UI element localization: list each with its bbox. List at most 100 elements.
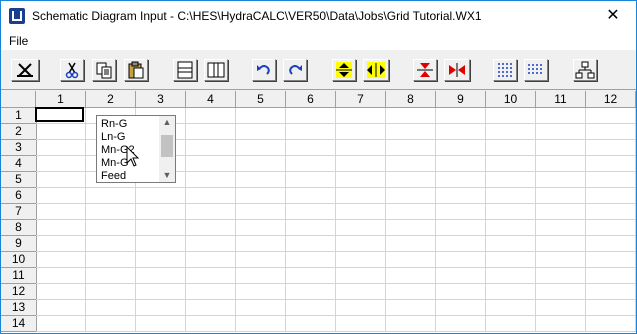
grid-cell[interactable] bbox=[336, 236, 386, 252]
grid-cell[interactable] bbox=[336, 300, 386, 316]
grid-cell[interactable] bbox=[336, 252, 386, 268]
grid-cell[interactable] bbox=[186, 220, 236, 236]
grid-cell[interactable] bbox=[586, 188, 636, 204]
row-header[interactable]: 5 bbox=[1, 172, 37, 188]
grid-cell[interactable] bbox=[586, 220, 636, 236]
grid-cell[interactable] bbox=[236, 236, 286, 252]
grid-cell[interactable] bbox=[486, 284, 536, 300]
split-horizontal-button[interactable] bbox=[173, 59, 197, 81]
grid-cell[interactable] bbox=[436, 300, 486, 316]
column-header[interactable]: 6 bbox=[286, 91, 336, 108]
column-header[interactable]: 7 bbox=[336, 91, 386, 108]
row-header[interactable]: 10 bbox=[1, 252, 37, 268]
grid-cell[interactable] bbox=[186, 316, 236, 332]
column-header[interactable]: 2 bbox=[86, 91, 136, 108]
grid-cell[interactable] bbox=[336, 284, 386, 300]
grid-cell[interactable] bbox=[286, 204, 336, 220]
grid-cell[interactable] bbox=[36, 300, 86, 316]
expand-horizontal-button[interactable] bbox=[363, 59, 389, 81]
grid-cell[interactable] bbox=[436, 156, 486, 172]
row-header[interactable]: 6 bbox=[1, 188, 37, 204]
grid-cell[interactable] bbox=[36, 236, 86, 252]
grid-cell[interactable] bbox=[86, 284, 136, 300]
row-header[interactable]: 3 bbox=[1, 140, 37, 156]
grid-cell[interactable] bbox=[186, 124, 236, 140]
grid-cell[interactable] bbox=[236, 252, 286, 268]
grid-cell[interactable] bbox=[236, 220, 286, 236]
grid-cell[interactable] bbox=[386, 268, 436, 284]
grid-cell[interactable] bbox=[186, 188, 236, 204]
grid-cell[interactable] bbox=[336, 316, 386, 332]
grid-cell[interactable] bbox=[436, 252, 486, 268]
grid-cell[interactable] bbox=[136, 252, 186, 268]
grid-cell[interactable] bbox=[536, 172, 586, 188]
grid-cell[interactable] bbox=[236, 124, 286, 140]
grid-cell[interactable] bbox=[86, 300, 136, 316]
collapse-vertical-button[interactable] bbox=[413, 59, 437, 81]
grid-cell[interactable] bbox=[186, 204, 236, 220]
grid-cell[interactable] bbox=[586, 236, 636, 252]
grid-cell[interactable] bbox=[486, 236, 536, 252]
grid-cell[interactable] bbox=[36, 188, 86, 204]
grid-cell[interactable] bbox=[286, 300, 336, 316]
menu-file[interactable]: File bbox=[9, 34, 28, 48]
grid-cell[interactable] bbox=[536, 156, 586, 172]
grid-cell[interactable] bbox=[486, 108, 536, 124]
grid-cell[interactable] bbox=[86, 204, 136, 220]
column-header[interactable]: 5 bbox=[236, 91, 286, 108]
grid-cell[interactable] bbox=[536, 220, 586, 236]
grid-cell[interactable] bbox=[586, 140, 636, 156]
grid-cell[interactable] bbox=[136, 268, 186, 284]
grid-cell[interactable] bbox=[136, 220, 186, 236]
grid-cell[interactable] bbox=[436, 236, 486, 252]
column-header[interactable]: 3 bbox=[136, 91, 186, 108]
grid-cell[interactable] bbox=[36, 156, 86, 172]
grid-cell[interactable] bbox=[186, 236, 236, 252]
grid-cell[interactable] bbox=[286, 284, 336, 300]
grid-cell[interactable] bbox=[486, 188, 536, 204]
grid-cell[interactable] bbox=[286, 316, 336, 332]
grid-cell[interactable] bbox=[536, 188, 586, 204]
grid-cell[interactable] bbox=[236, 300, 286, 316]
grid-cell[interactable] bbox=[36, 140, 86, 156]
grid-cell[interactable] bbox=[586, 300, 636, 316]
grid-cell[interactable] bbox=[186, 284, 236, 300]
grid-cell[interactable] bbox=[486, 252, 536, 268]
grid-cell[interactable] bbox=[586, 204, 636, 220]
grid-cell[interactable] bbox=[486, 268, 536, 284]
active-cell[interactable] bbox=[35, 107, 84, 122]
grid-cell[interactable] bbox=[186, 172, 236, 188]
grid-cell[interactable] bbox=[86, 236, 136, 252]
row-header[interactable]: 4 bbox=[1, 156, 37, 172]
grid-cell[interactable] bbox=[36, 172, 86, 188]
grid-cell[interactable] bbox=[86, 268, 136, 284]
grid-cell[interactable] bbox=[236, 172, 286, 188]
grid-cell[interactable] bbox=[36, 316, 86, 332]
grid-cell[interactable] bbox=[36, 124, 86, 140]
grid-cell[interactable] bbox=[386, 140, 436, 156]
grid-cell[interactable] bbox=[486, 300, 536, 316]
grid-cell[interactable] bbox=[236, 204, 286, 220]
grid-cell[interactable] bbox=[286, 188, 336, 204]
column-header[interactable]: 8 bbox=[386, 91, 436, 108]
grid-cell[interactable] bbox=[236, 140, 286, 156]
grid-cell[interactable] bbox=[586, 172, 636, 188]
grid-cell[interactable] bbox=[236, 316, 286, 332]
column-header[interactable]: 9 bbox=[436, 91, 486, 108]
grid-cell[interactable] bbox=[136, 300, 186, 316]
grid-cell[interactable] bbox=[486, 316, 536, 332]
grid-cell[interactable] bbox=[36, 284, 86, 300]
scroll-up-icon[interactable]: ▲ bbox=[159, 116, 175, 129]
grid-cell[interactable] bbox=[236, 268, 286, 284]
grid-cell[interactable] bbox=[36, 268, 86, 284]
grid-cell[interactable] bbox=[386, 124, 436, 140]
undo-button[interactable] bbox=[252, 59, 276, 81]
listbox-item[interactable]: Feed bbox=[101, 170, 126, 183]
grid-rows-button[interactable] bbox=[524, 59, 548, 81]
grid-cell[interactable] bbox=[236, 188, 286, 204]
grid-cell[interactable] bbox=[336, 172, 386, 188]
grid-cell[interactable] bbox=[436, 268, 486, 284]
grid-cell[interactable] bbox=[486, 204, 536, 220]
grid-cell[interactable] bbox=[336, 124, 386, 140]
grid-cell[interactable] bbox=[286, 108, 336, 124]
